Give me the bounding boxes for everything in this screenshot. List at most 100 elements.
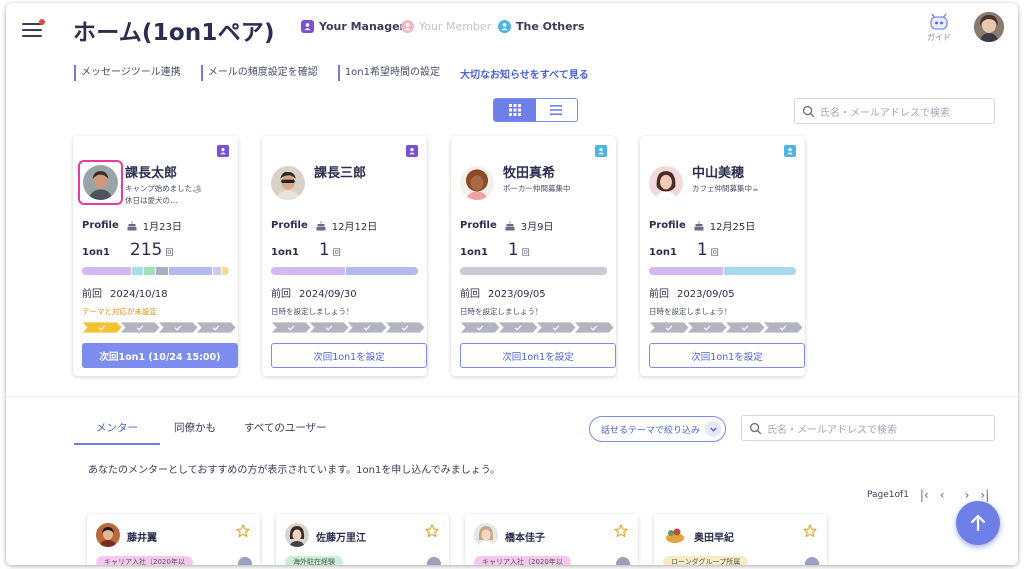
avatar[interactable] [663, 523, 687, 547]
theme-tag: 海外駐在経験 [285, 556, 343, 565]
grid-view-button[interactable] [494, 99, 536, 121]
search-placeholder: 氏名・メールアドレスで検索 [820, 107, 950, 119]
theme-history-bar [460, 267, 607, 275]
mentor-name[interactable]: 橋本佳子 [505, 529, 545, 544]
bottom-search-input[interactable]: 氏名・メールアドレスで検索 [741, 415, 995, 441]
search-icon [802, 105, 815, 117]
next-page-icon[interactable]: › [965, 488, 970, 502]
mentor-card[interactable]: 藤井翼 キャリア入社（2020年以 [87, 514, 260, 565]
tab-all-users[interactable]: すべてのユーザー [230, 420, 341, 445]
avatar[interactable] [474, 523, 498, 547]
step-arrow [82, 322, 122, 333]
mentor-card[interactable]: 奥田早紀 ローンダグループ所属 [654, 514, 827, 565]
bar-segment [130, 267, 143, 275]
step-arrow [725, 322, 765, 333]
legend-the-others[interactable]: The Others [498, 20, 585, 33]
list-view-button[interactable] [536, 99, 578, 121]
favorite-star-icon[interactable] [614, 524, 628, 538]
next-one-on-one-button[interactable]: 次回1on1を設定 [649, 343, 805, 368]
mentor-card[interactable]: 佐藤万里江海外駐在経験 [276, 514, 449, 565]
more-badge [616, 557, 630, 565]
profile-link[interactable]: Profile [271, 220, 308, 231]
profile-link[interactable]: Profile [82, 220, 119, 231]
all-notices-link[interactable]: 大切なお知らせをすべて見る [460, 66, 589, 81]
first-page-icon[interactable]: |‹ [920, 488, 929, 502]
birthday: 12月25日 [709, 222, 756, 233]
pair-name[interactable]: 牧田真希 [503, 162, 555, 181]
profile-link[interactable]: Profile [649, 220, 686, 231]
avatar[interactable] [460, 166, 494, 200]
legend-your-manager[interactable]: Your Manager [301, 20, 405, 33]
progress-steps [82, 322, 237, 333]
others-icon [784, 145, 796, 157]
previous-date-row: 前回 2024/09/30 [271, 285, 365, 300]
avatar[interactable] [96, 523, 120, 547]
step-arrow [385, 322, 425, 333]
message-tool-link[interactable]: メッセージツール連携 [74, 65, 181, 81]
search-icon [749, 422, 762, 434]
bar-segment [649, 267, 723, 275]
bar-segment [212, 267, 221, 275]
count-value: 1 [318, 240, 330, 260]
bar-segment [143, 267, 156, 275]
pair-card[interactable]: 課長三郎 Profile 12月12日 1on1 1 回前回 2024/09/30 日時を設定… [262, 136, 427, 376]
step-arrow [347, 322, 387, 333]
guide-label: ガイド [927, 33, 951, 42]
mentor-name[interactable]: 藤井翼 [127, 529, 157, 544]
mentor-name[interactable]: 佐藤万里江 [316, 529, 366, 544]
page-indicator: Page1of1 [867, 490, 909, 500]
theme-filter-button[interactable]: 話せるテーマで絞り込み [589, 416, 726, 442]
bar-segment [167, 267, 213, 275]
menu-icon[interactable] [22, 19, 45, 39]
last-page-icon[interactable]: ›| [980, 488, 989, 502]
scroll-top-button[interactable] [956, 501, 1000, 545]
pair-card[interactable]: 中山美穂 カフェ仲間募集中☕ Profile 12月25日 1on1 1 回前回 2023/0… [640, 136, 805, 376]
pair-card[interactable]: 牧田真希 ポーカー仲間募集中 Profile 3月9日 1on1 1 回前回 2023/09/… [451, 136, 616, 376]
preferred-time-link[interactable]: 1on1希望時間の設定 [337, 65, 440, 81]
count-unit: 回 [332, 248, 341, 257]
member-icon [401, 20, 414, 33]
theme-history-bar [271, 267, 418, 275]
theme-history-bar [82, 267, 229, 275]
bar-segment [155, 267, 168, 275]
legend-label: Your Manager [319, 20, 405, 33]
previous-date: 2023/09/05 [677, 289, 735, 300]
pair-card[interactable]: 課長太郎 キャンプ始めました🏕 休日は愛犬の… Profile 1月23日 1on1 215… [73, 136, 238, 376]
top-search-input[interactable]: 氏名・メールアドレスで検索 [794, 98, 995, 124]
avatar[interactable] [649, 166, 683, 200]
avatar[interactable] [285, 523, 309, 547]
previous-label: 前回 [460, 289, 480, 300]
tab-mentor[interactable]: メンター [74, 420, 160, 445]
mentor-description: あなたのメンターとしておすすめの方が表示されています。1on1を申し込んでみまし… [88, 465, 501, 476]
favorite-star-icon[interactable] [236, 524, 250, 538]
favorite-star-icon[interactable] [803, 524, 817, 538]
next-one-on-one-button[interactable]: 次回1on1 (10/24 15:00) [82, 343, 238, 368]
pagination: Page1of1 |‹ ‹ › ›| [867, 488, 989, 502]
avatar[interactable] [78, 160, 123, 205]
mail-frequency-link[interactable]: メールの頻度設定を確認 [200, 65, 318, 81]
tab-colleague[interactable]: 同僚かも [160, 420, 230, 445]
step-arrow [763, 322, 803, 333]
birthday-cake-icon [316, 221, 326, 230]
avatar[interactable] [271, 166, 305, 200]
guide-button[interactable]: ガイド [924, 11, 954, 43]
step-arrow [498, 322, 538, 333]
pair-name[interactable]: 課長太郎 [125, 162, 177, 181]
step-arrow [574, 322, 614, 333]
next-one-on-one-button[interactable]: 次回1on1を設定 [460, 343, 616, 368]
next-one-on-one-button[interactable]: 次回1on1を設定 [271, 343, 427, 368]
count-label: 1on1 [649, 247, 677, 258]
pair-name[interactable]: 課長三郎 [314, 162, 366, 181]
mentor-card[interactable]: 橋本佳子キャリア入社（2020年以 [465, 514, 638, 565]
profile-link[interactable]: Profile [460, 220, 497, 231]
theme-tag: キャリア入社（2020年以 [474, 556, 571, 565]
pair-name[interactable]: 中山美穂 [692, 162, 744, 181]
user-avatar[interactable] [974, 12, 1004, 42]
birthday-cake-icon [694, 221, 704, 230]
bio-line: カフェ仲間募集中☕ [692, 184, 759, 193]
legend-your-member[interactable]: Your Member [401, 20, 491, 33]
mentor-name[interactable]: 奥田早紀 [694, 529, 734, 544]
previous-date: 2024/09/30 [299, 289, 357, 300]
prev-page-icon[interactable]: ‹ [940, 488, 945, 502]
favorite-star-icon[interactable] [425, 524, 439, 538]
